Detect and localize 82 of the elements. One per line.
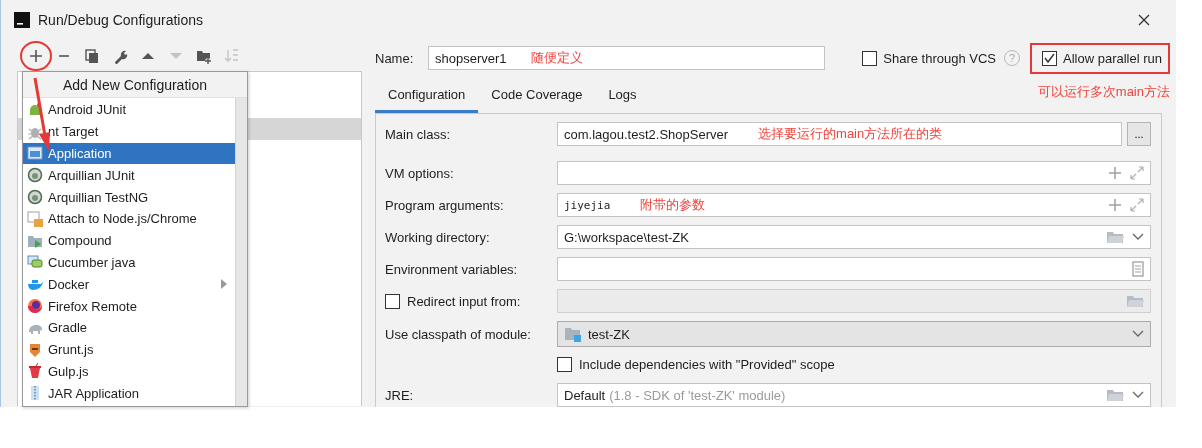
ring-icon [27,189,43,206]
field-hint: (1.8 - SDK of 'test-ZK' module) [609,387,786,403]
menu-item[interactable]: Firefox Remote [23,295,235,317]
expand-icon[interactable] [1130,166,1144,180]
annotation-text: 可以运行多次main方法 [1037,83,1170,101]
move-up-icon [142,52,154,59]
field-label: Environment variables: [385,261,519,277]
scrollbar[interactable] [235,98,247,406]
copy-icon [84,47,100,64]
menu-item[interactable]: Gulp.js [23,360,235,383]
chevron-down-icon[interactable] [1132,391,1144,399]
checkbox-label: Share through VCS [883,50,996,66]
menu-item[interactable]: Arquillian JUnit [23,164,235,187]
annotation-text: 选择要运行的main方法所在的类 [758,125,943,143]
windows-bubble-icon [27,254,43,271]
field-label: Redirect input from: [407,293,521,309]
directory-field[interactable]: G:\workspace\test-ZK [557,225,1151,249]
sort-icon [224,47,240,64]
field-label: Include dependencies with "Provided" scope [579,356,835,372]
shield-icon [27,341,43,358]
field-label: Name: [375,50,415,66]
plus-icon [28,47,44,64]
minus-icon [59,54,69,57]
class-field[interactable]: com.lagou.test2.ShopServer 选择要运行的main方法所在的类 [557,122,1122,146]
menu-item[interactable]: Arquillian TestNG [23,186,235,208]
module-dropdown[interactable]: test-ZK [557,321,1151,347]
check-icon [1044,52,1055,64]
field-label: Program arguments: [385,197,505,213]
app-logo-icon [14,12,30,28]
checkbox[interactable] [862,50,878,66]
tab[interactable]: Code Coverage [478,79,596,113]
text-field[interactable]: jiyejia 附带的参数 [557,193,1151,217]
module-folder-icon [564,326,582,342]
tab[interactable]: Logs [595,79,650,113]
jre-dropdown[interactable]: Default (1.8 - SDK of 'test-ZK' module) [557,383,1151,407]
annotation-text: 随便定义 [530,49,583,67]
chevron-down-icon[interactable] [1132,330,1144,338]
field-label: Use classpath of module: [385,326,532,342]
ring-icon [27,167,43,184]
field-label: Main class: [385,126,452,142]
field-value: com.lagou.test2.ShopServer [564,126,729,142]
move-down-icon [170,52,182,59]
checkbox-label: Allow parallel run [1063,50,1162,66]
submenu-arrow-icon [221,279,227,290]
menu-item[interactable]: nt Target [23,120,235,143]
field-value: G:\workspace\test-ZK [564,229,689,245]
tab[interactable]: Configuration [375,79,479,113]
popup-title: Add New Configuration [23,72,247,98]
android-robot-icon [27,101,43,118]
checkbox[interactable] [1042,50,1057,66]
close-icon [1138,14,1150,26]
menu-item[interactable]: Cucumber java [23,251,235,274]
field-value: Default [564,387,606,403]
menu-item[interactable]: Application [23,142,235,165]
text-field[interactable] [557,161,1151,185]
menu-item[interactable]: Compound [23,229,235,252]
name-field[interactable]: shopserver1 随便定义 [428,46,825,70]
annotation-circle [20,41,52,71]
field-label: Working directory: [385,229,491,245]
field-label: VM options: [385,165,455,181]
window-title: Run/Debug Configurations [38,12,203,28]
js-window-icon [27,210,43,227]
close-button[interactable] [1136,12,1152,28]
menu-item[interactable]: Grunt.js [23,338,235,361]
menu-item[interactable]: Android JUnit [23,99,235,121]
menu-item[interactable]: Attach to Node.js/Chrome [23,208,235,230]
expand-icon[interactable] [1130,198,1144,212]
menu-item[interactable]: JAR Application [23,382,235,405]
text-field[interactable] [557,257,1151,281]
annotation-text: 附带的参数 [640,196,706,214]
field-value: test-ZK [588,326,630,342]
field-value: jiyejia [564,198,611,212]
chevron-down-icon[interactable] [1132,233,1144,241]
globe-icon [27,298,43,315]
menu-item[interactable]: Gradle [23,316,235,339]
window-icon [27,145,43,162]
menu-item[interactable]: Docker [23,273,235,296]
cup-icon [27,363,43,380]
browse-button[interactable]: ... [1127,122,1151,146]
field-value: shopserver1 [435,50,507,66]
field-label: JRE: [385,387,415,403]
checkbox[interactable] [557,356,572,372]
